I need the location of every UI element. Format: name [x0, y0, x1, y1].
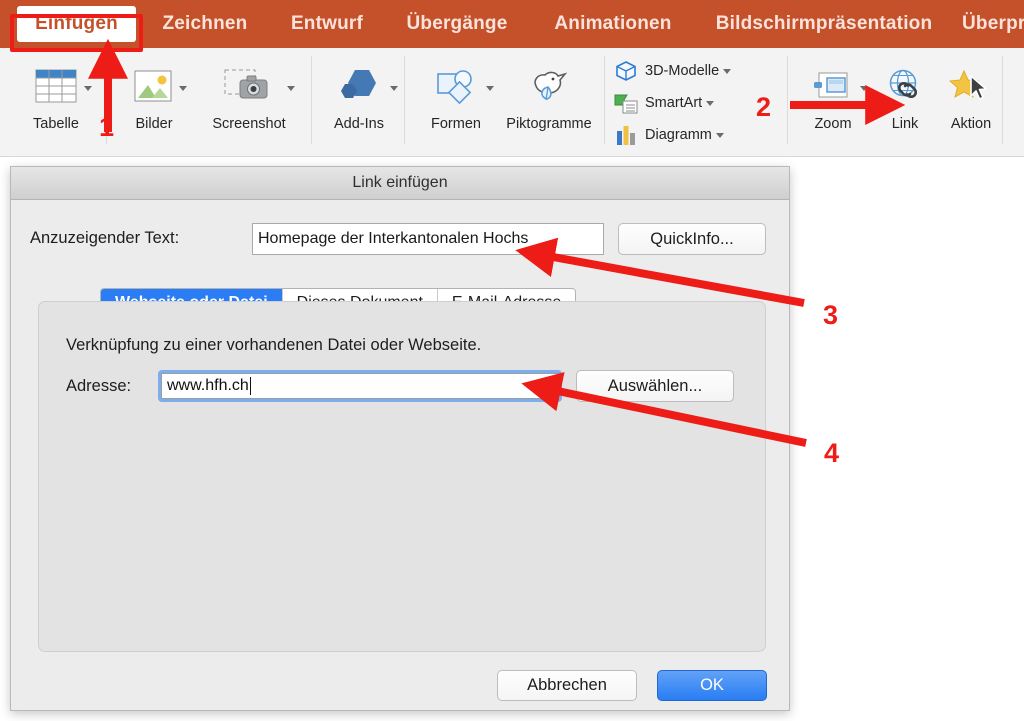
ribbon-button-3d-modelle[interactable]: 3D-Modelle — [614, 58, 732, 84]
table-icon — [22, 58, 92, 114]
address-field-focus-ring: www.hfh.ch — [158, 370, 562, 402]
annotation-number-1: 1 — [99, 112, 115, 142]
browse-button[interactable]: Auswählen... — [576, 370, 734, 402]
addins-icon — [322, 58, 398, 114]
ribbon-separator — [1002, 56, 1003, 144]
chevron-down-icon[interactable] — [723, 68, 732, 74]
ribbon-label-3d-modelle: 3D-Modelle — [645, 63, 720, 79]
action-icon — [940, 58, 1002, 114]
ribbon-button-tabelle[interactable]: Tabelle — [22, 58, 92, 132]
pictures-icon — [123, 58, 187, 114]
link-icon — [878, 58, 932, 114]
ribbon-label-screenshot: Screenshot — [212, 116, 286, 132]
annotation-number-3: 3 — [823, 300, 839, 330]
zoom-icon — [800, 58, 868, 114]
ribbon-tab-uebergaenge[interactable]: Übergänge — [392, 0, 522, 48]
smartart-icon — [614, 92, 638, 114]
ribbon-tab-animationen[interactable]: Animationen — [537, 0, 689, 48]
quickinfo-button[interactable]: QuickInfo... — [618, 223, 766, 255]
icons-pictogram-icon — [495, 58, 603, 114]
ribbon-tab-ueberpruefen[interactable]: Überprüfen — [962, 0, 1024, 48]
display-text-input[interactable]: Homepage der Interkantonalen Hochs — [252, 223, 604, 255]
ribbon-label-diagramm: Diagramm — [645, 127, 712, 143]
ribbon-tab-einfuegen[interactable]: Einfügen — [17, 6, 136, 42]
text-cursor — [249, 377, 252, 395]
ok-button[interactable]: OK — [657, 670, 767, 701]
shapes-icon — [420, 58, 494, 114]
display-text-label: Anzuzeigender Text: — [30, 229, 180, 247]
screenshot-icon — [199, 58, 299, 114]
ribbon-separator — [787, 56, 788, 144]
ribbon-label-zoom: Zoom — [814, 116, 852, 132]
ribbon-separator — [311, 56, 312, 144]
cancel-button[interactable]: Abbrechen — [497, 670, 637, 701]
ribbon-tab-zeichnen[interactable]: Zeichnen — [150, 0, 260, 48]
ribbon-button-link[interactable]: Link — [878, 58, 932, 132]
chevron-down-icon[interactable] — [486, 86, 494, 91]
ribbon-separator — [404, 56, 405, 144]
ribbon-button-zoom[interactable]: Zoom — [800, 58, 868, 132]
chevron-down-icon[interactable] — [390, 86, 398, 91]
ribbon-button-formen[interactable]: Formen — [420, 58, 494, 132]
ribbon-content: Tabelle Bilder Screenshot Add-Ins Formen… — [0, 48, 1024, 157]
chevron-down-icon[interactable] — [860, 86, 868, 91]
ribbon-label-smartart: SmartArt — [645, 95, 703, 111]
ribbon-label-tabelle: Tabelle — [33, 116, 79, 132]
ribbon-tab-bildschirmpraesentation[interactable]: Bildschirmpräsentation — [705, 0, 943, 48]
ribbon-separator — [604, 56, 605, 144]
chevron-down-icon[interactable] — [287, 86, 295, 91]
annotation-number-4: 4 — [824, 438, 840, 468]
ribbon-label-formen: Formen — [431, 116, 481, 132]
annotation-number-2: 2 — [756, 92, 772, 122]
panel-description: Verknüpfung zu einer vorhandenen Datei o… — [66, 336, 482, 354]
ribbon-button-aktion[interactable]: Aktion — [940, 58, 1002, 132]
ribbon-button-diagramm[interactable]: Diagramm — [614, 122, 724, 148]
address-label: Adresse: — [66, 377, 132, 395]
ribbon-label-piktogramme: Piktogramme — [506, 116, 592, 132]
ribbon-label-addins: Add-Ins — [334, 116, 384, 132]
ribbon-button-smartart[interactable]: SmartArt — [614, 90, 715, 116]
ribbon-button-addins[interactable]: Add-Ins — [322, 58, 398, 132]
ribbon-label-bilder: Bilder — [135, 116, 173, 132]
chevron-down-icon[interactable] — [84, 86, 92, 91]
chevron-down-icon[interactable] — [179, 86, 187, 91]
ribbon-tab-bar: Einfügen Zeichnen Entwurf Übergänge Anim… — [0, 0, 1024, 48]
ribbon-button-screenshot[interactable]: Screenshot — [199, 58, 299, 132]
ribbon-label-aktion: Aktion — [950, 116, 992, 132]
ribbon-tab-entwurf[interactable]: Entwurf — [277, 0, 377, 48]
chevron-down-icon[interactable] — [706, 100, 715, 106]
3d-model-icon — [614, 60, 638, 82]
chevron-down-icon[interactable] — [715, 132, 724, 138]
dialog-title: Link einfügen — [11, 167, 789, 200]
chart-icon — [614, 124, 638, 146]
ribbon-label-link: Link — [891, 116, 919, 132]
ribbon-button-piktogramme[interactable]: Piktogramme — [495, 58, 603, 132]
address-input[interactable]: www.hfh.ch — [161, 373, 559, 399]
ribbon-button-bilder[interactable]: Bilder — [123, 58, 187, 132]
address-input-value: www.hfh.ch — [167, 377, 249, 394]
